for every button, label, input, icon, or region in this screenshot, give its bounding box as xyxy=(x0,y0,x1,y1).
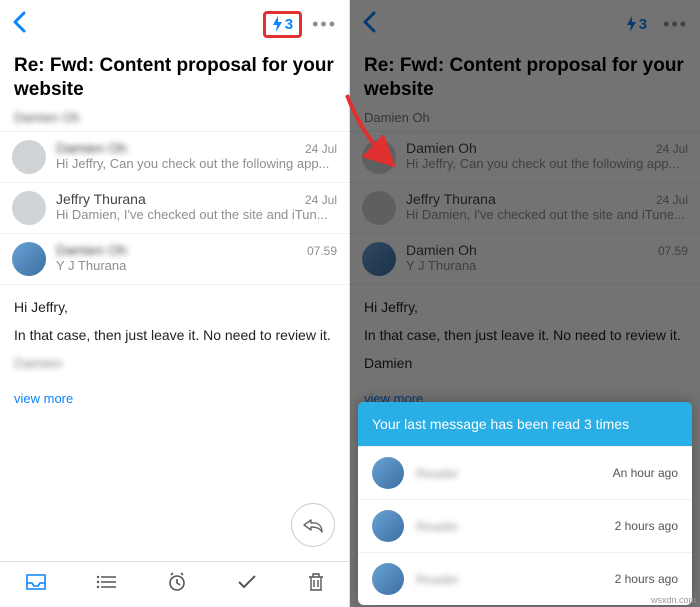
read-row[interactable]: Reader 2 hours ago xyxy=(358,552,692,605)
avatar xyxy=(12,242,46,276)
message-body: Hi Jeffry, In that case, then just leave… xyxy=(350,285,700,387)
sender: Damien Oh xyxy=(56,242,127,258)
read-ago: 2 hours ago xyxy=(615,572,678,586)
read-ago: An hour ago xyxy=(613,466,678,480)
view-more-link[interactable]: view more xyxy=(0,387,349,416)
snooze-icon[interactable] xyxy=(167,572,187,597)
preview: Hi Damien, I've checked out the site and… xyxy=(406,207,688,222)
body-line: In that case, then just leave it. No nee… xyxy=(364,327,686,343)
topbar-actions: 3 ••• xyxy=(620,14,688,35)
more-icon[interactable]: ••• xyxy=(312,14,337,35)
sender: Jeffry Thurana xyxy=(56,191,146,207)
preview: Y J Thurana xyxy=(56,258,337,273)
avatar xyxy=(12,191,46,225)
timestamp: 07.59 xyxy=(658,244,688,258)
back-icon[interactable] xyxy=(12,11,26,38)
reply-fab[interactable] xyxy=(291,503,335,547)
preview: Hi Jeffry, Can you check out the followi… xyxy=(56,156,337,171)
timestamp: 24 Jul xyxy=(305,142,337,156)
right-panel: 3 ••• Re: Fwd: Content proposal for your… xyxy=(350,0,700,607)
message-item[interactable]: Jeffry Thurana 24 Jul Hi Damien, I've ch… xyxy=(350,183,700,234)
message-body: Hi Jeffry, In that case, then just leave… xyxy=(0,285,349,387)
sender: Damien Oh xyxy=(406,140,477,156)
reader-name: Reader xyxy=(416,519,603,534)
list-icon[interactable] xyxy=(96,573,118,596)
topbar: 3 ••• xyxy=(350,0,700,48)
bolt-count: 3 xyxy=(639,16,647,33)
avatar xyxy=(12,140,46,174)
message-item[interactable]: Damien Oh 07.59 Y J Thurana xyxy=(350,234,700,285)
avatar xyxy=(372,563,404,595)
preview: Hi Damien, I've checked out the site and… xyxy=(56,207,337,222)
bolt-count: 3 xyxy=(285,16,293,33)
timestamp: 24 Jul xyxy=(656,142,688,156)
subject: Re: Fwd: Content proposal for your websi… xyxy=(0,48,349,108)
timestamp: 24 Jul xyxy=(656,193,688,207)
reader-name: Reader xyxy=(416,466,601,481)
message-list: Damien Oh 24 Jul Hi Jeffry, Can you chec… xyxy=(0,131,349,285)
avatar xyxy=(362,242,396,276)
read-tracking-bolt[interactable]: 3 xyxy=(620,14,653,35)
sender: Damien Oh xyxy=(406,242,477,258)
message-item[interactable]: Damien Oh 24 Jul Hi Jeffry, Can you chec… xyxy=(0,132,349,183)
left-panel: 3 ••• Re: Fwd: Content proposal for your… xyxy=(0,0,350,607)
read-receipts-sheet: Your last message has been read 3 times … xyxy=(358,402,692,605)
body-line: Damien xyxy=(364,355,686,371)
body-line: In that case, then just leave it. No nee… xyxy=(14,327,335,343)
timestamp: 24 Jul xyxy=(305,193,337,207)
from-line: Damien Oh xyxy=(350,108,700,131)
watermark: wsxdn.com xyxy=(651,595,696,605)
topbar: 3 ••• xyxy=(0,0,349,48)
read-row[interactable]: Reader An hour ago xyxy=(358,446,692,499)
message-item[interactable]: Damien Oh 07.59 Y J Thurana xyxy=(0,234,349,285)
preview: Hi Jeffry, Can you check out the followi… xyxy=(406,156,688,171)
sheet-title: Your last message has been read 3 times xyxy=(358,402,692,446)
avatar xyxy=(362,191,396,225)
body-line: Damien xyxy=(14,355,335,371)
read-ago: 2 hours ago xyxy=(615,519,678,533)
avatar xyxy=(362,140,396,174)
message-list: Damien Oh 24 Jul Hi Jeffry, Can you chec… xyxy=(350,131,700,285)
subject: Re: Fwd: Content proposal for your websi… xyxy=(350,48,700,108)
body-line: Hi Jeffry, xyxy=(364,299,686,315)
avatar xyxy=(372,457,404,489)
sender: Jeffry Thurana xyxy=(406,191,496,207)
sender: Damien Oh xyxy=(56,140,127,156)
inbox-icon[interactable] xyxy=(25,573,47,596)
reader-name: Reader xyxy=(416,572,603,587)
read-row[interactable]: Reader 2 hours ago xyxy=(358,499,692,552)
read-tracking-bolt[interactable]: 3 xyxy=(263,11,302,38)
bottom-toolbar xyxy=(0,561,349,607)
topbar-actions: 3 ••• xyxy=(263,11,337,38)
preview: Y J Thurana xyxy=(406,258,688,273)
avatar xyxy=(372,510,404,542)
message-item[interactable]: Damien Oh 24 Jul Hi Jeffry, Can you chec… xyxy=(350,132,700,183)
back-icon[interactable] xyxy=(362,11,376,38)
message-item[interactable]: Jeffry Thurana 24 Jul Hi Damien, I've ch… xyxy=(0,183,349,234)
timestamp: 07.59 xyxy=(307,244,337,258)
body-line: Hi Jeffry, xyxy=(14,299,335,315)
trash-icon[interactable] xyxy=(307,572,325,597)
check-icon[interactable] xyxy=(236,573,258,596)
from-line: Damien Oh xyxy=(0,108,349,131)
more-icon[interactable]: ••• xyxy=(663,14,688,35)
